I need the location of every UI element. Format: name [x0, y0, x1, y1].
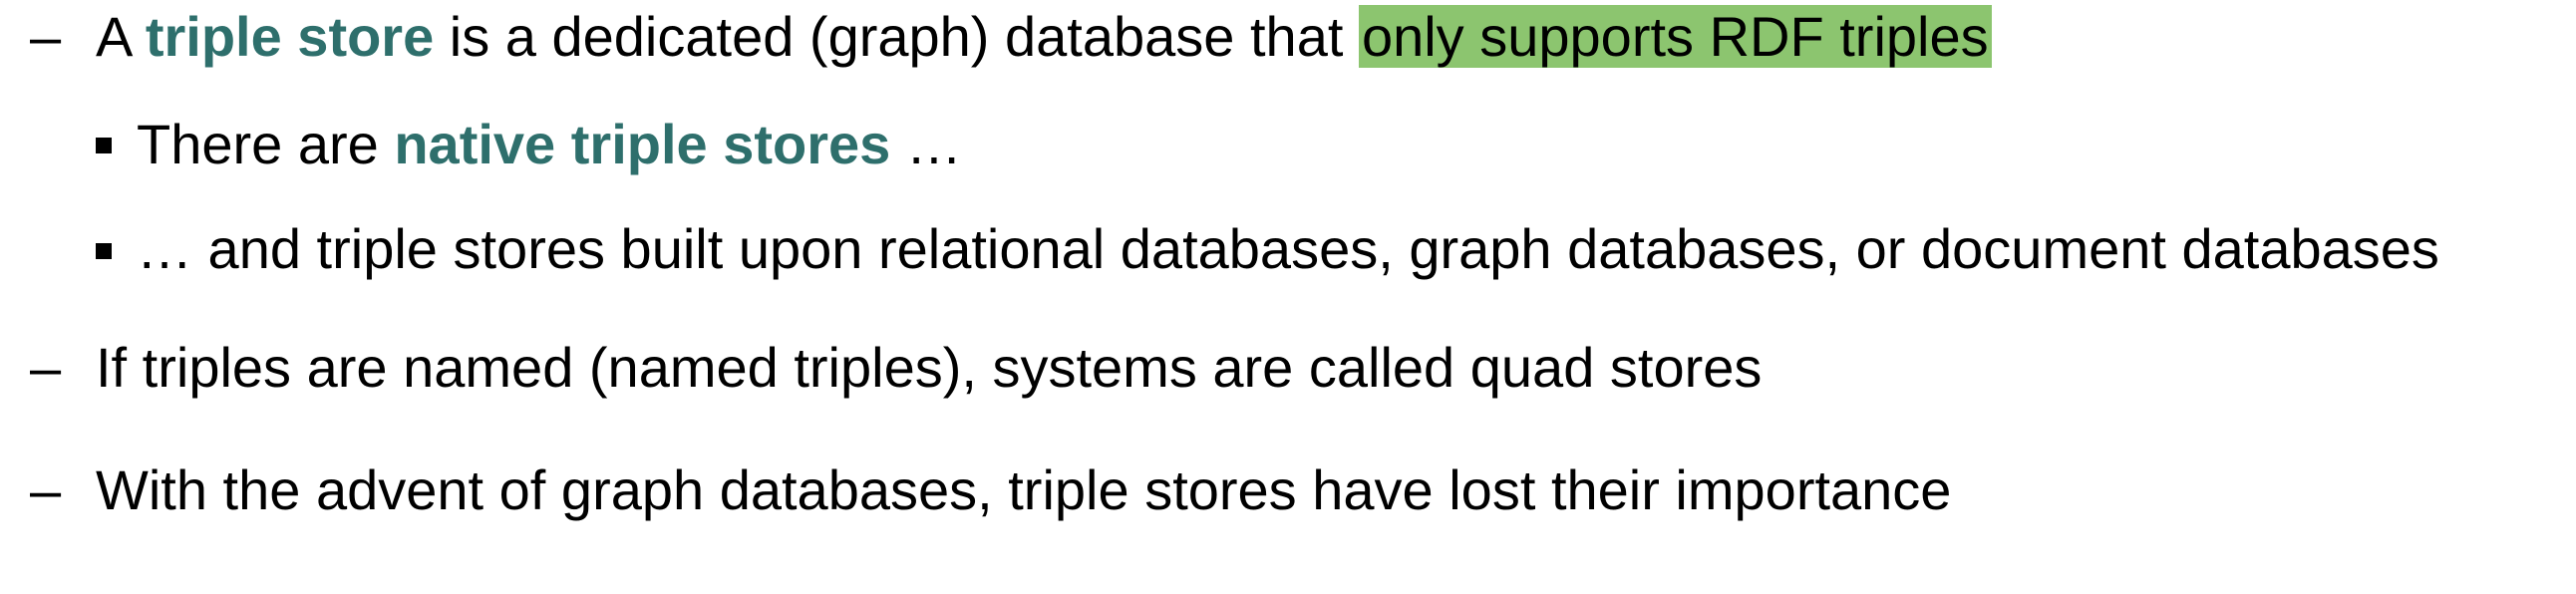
keyword-triple-store: triple store: [145, 5, 435, 68]
text-segment: is a dedicated (graph) database that: [434, 5, 1359, 68]
dash-bullet: –: [30, 458, 62, 521]
sub-bullet-built-upon: … and triple stores built upon relationa…: [137, 216, 2439, 282]
slide-content: – A triple store is a dedicated (graph) …: [0, 0, 2576, 594]
bullet-item-triple-store: A triple store is a dedicated (graph) da…: [96, 4, 1992, 70]
square-bullet-icon: [96, 138, 112, 153]
dash-bullet: –: [30, 5, 62, 68]
text-segment: With the advent of graph databases, trip…: [96, 458, 1952, 521]
text-segment: A: [96, 5, 146, 68]
sub-bullet-native-triple-stores: There are native triple stores …: [137, 112, 962, 177]
keyword-native-triple-stores: native triple stores: [394, 113, 891, 175]
text-segment: …: [890, 113, 962, 175]
text-segment: … and triple stores built upon relationa…: [137, 217, 2439, 280]
bullet-item-graph-databases: With the advent of graph databases, trip…: [96, 457, 1951, 523]
dash-bullet: –: [30, 336, 62, 399]
square-bullet-icon: [96, 243, 112, 259]
bullet-item-quad-stores: If triples are named (named triples), sy…: [96, 335, 1762, 401]
text-segment: If triples are named (named triples), sy…: [96, 336, 1763, 399]
text-segment: There are: [137, 113, 395, 175]
highlighted-text: only supports RDF triples: [1358, 5, 1992, 68]
